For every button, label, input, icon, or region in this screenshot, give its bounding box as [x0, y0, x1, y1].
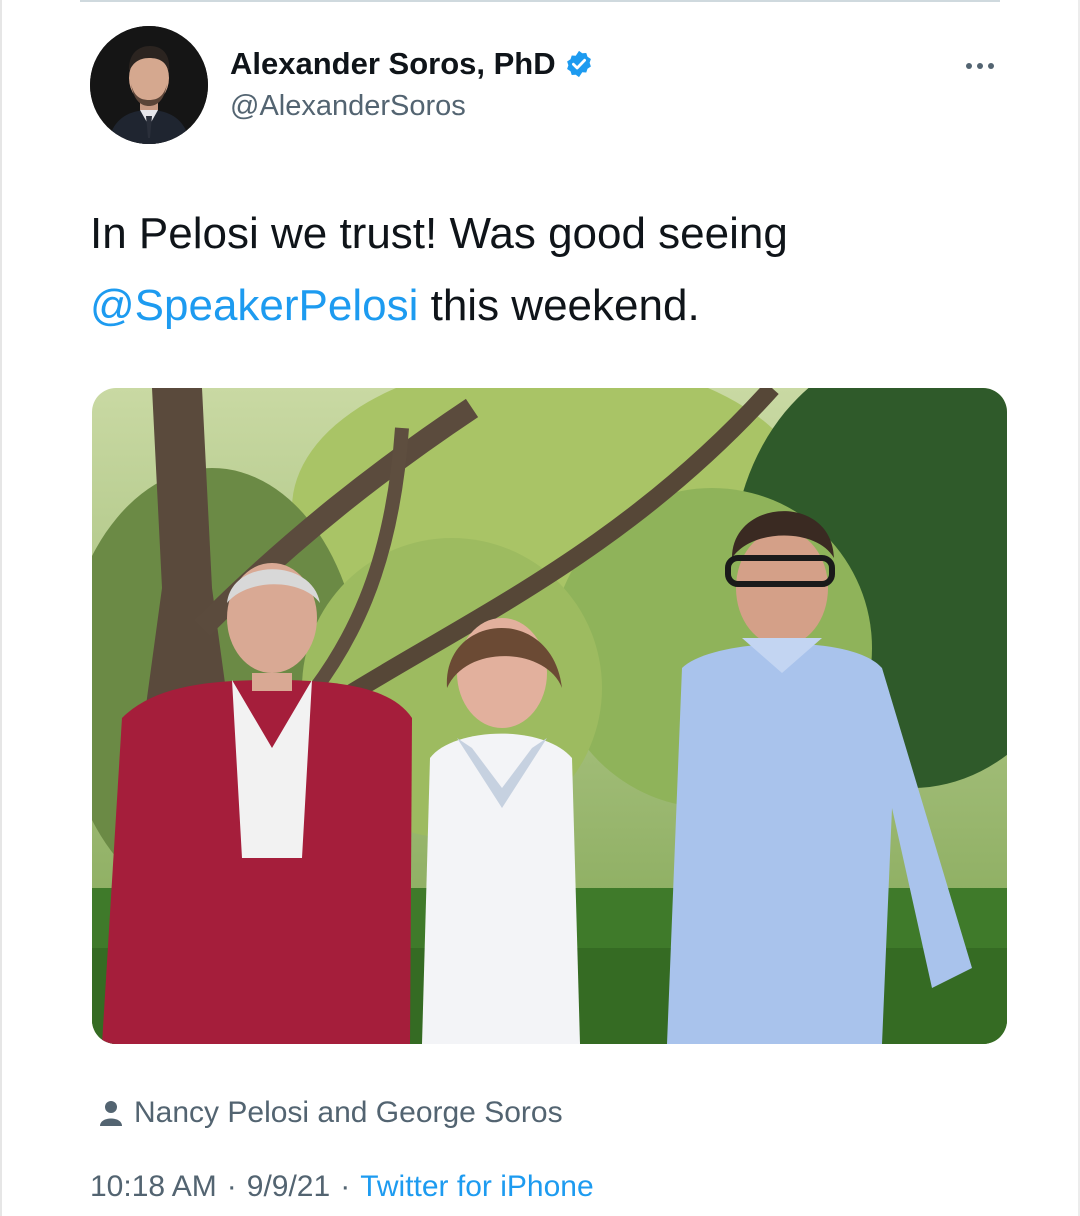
top-divider — [80, 0, 1000, 2]
tweet-meta: 10:18 AM · 9/9/21 · Twitter for iPhone — [90, 1170, 594, 1204]
left-border — [0, 0, 2, 1216]
author-display-name[interactable]: Alexander Soros, PhD — [230, 46, 556, 82]
meta-separator: · — [340, 1170, 351, 1203]
person-icon — [100, 1101, 122, 1126]
author-names: Alexander Soros, PhD @AlexanderSoros — [230, 46, 594, 123]
tagged-people[interactable]: Nancy Pelosi and George Soros — [100, 1096, 563, 1130]
tweet-header: Alexander Soros, PhD @AlexanderSoros — [90, 26, 1010, 146]
mention-link[interactable]: @SpeakerPelosi — [90, 281, 418, 330]
tweet-text-suffix: this weekend. — [418, 281, 700, 330]
author-handle[interactable]: @AlexanderSoros — [230, 90, 594, 123]
tweet-date[interactable]: 9/9/21 — [247, 1170, 330, 1204]
display-name-row: Alexander Soros, PhD — [230, 46, 594, 82]
tweet-source-link[interactable]: Twitter for iPhone — [360, 1170, 593, 1204]
avatar[interactable] — [90, 26, 208, 144]
tweet-photo[interactable] — [92, 388, 1007, 1044]
tagged-people-label: Nancy Pelosi and George Soros — [134, 1096, 563, 1129]
tweet-text-prefix: In Pelosi we trust! Was good seeing — [90, 209, 788, 258]
tweet-time[interactable]: 10:18 AM — [90, 1170, 217, 1204]
meta-separator: · — [226, 1170, 237, 1203]
verified-badge-icon — [566, 50, 591, 78]
tweet-text: In Pelosi we trust! Was good seeing @Spe… — [90, 198, 990, 342]
more-options-icon[interactable] — [966, 56, 1006, 70]
